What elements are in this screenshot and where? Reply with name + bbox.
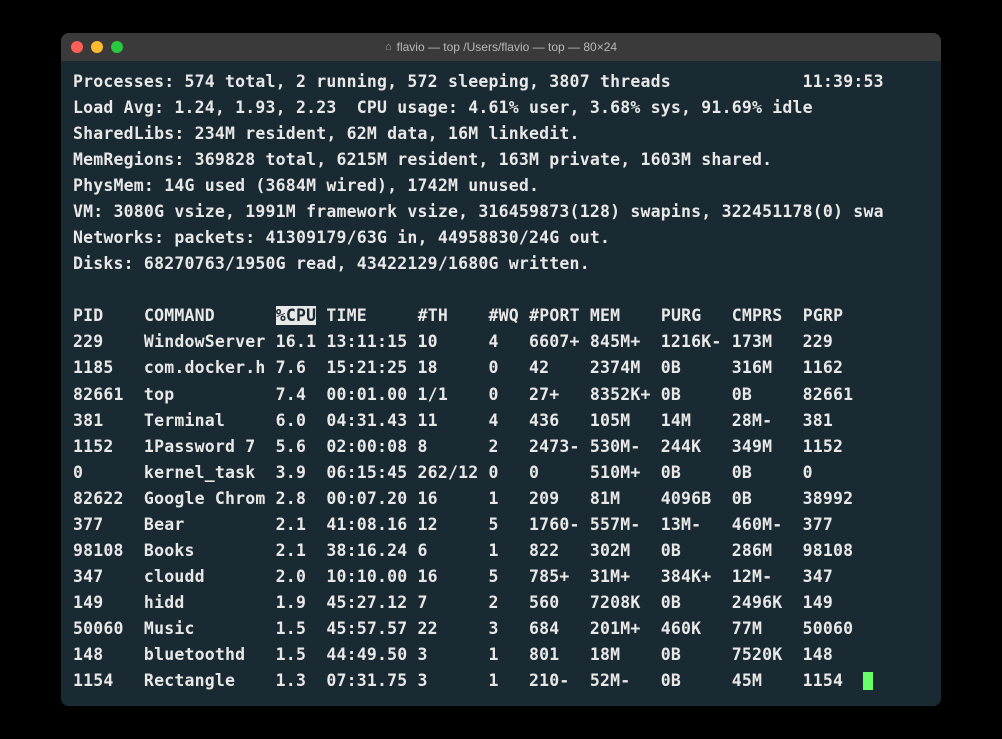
process-table: PID COMMAND %CPU TIME #TH #WQ #PORT MEM … [73, 303, 929, 694]
column-time[interactable]: TIME [326, 306, 417, 325]
table-row: 98108 Books 2.1 38:16.24 6 1 822 302M 0B… [73, 538, 929, 564]
window-title: ⌂ flavio — top /Users/flavio — top — 80×… [385, 40, 617, 54]
table-row: 149 hidd 1.9 45:27.12 7 2 560 7208K 0B 2… [73, 590, 929, 616]
minimize-icon[interactable] [91, 41, 103, 53]
table-row: 82622 Google Chrom 2.8 00:07.20 16 1 209… [73, 486, 929, 512]
clock-time: 11:39:53 [803, 72, 884, 91]
traffic-lights [71, 41, 123, 53]
column-cmprs[interactable]: CMPRS [732, 306, 803, 325]
column-pid[interactable]: PID [73, 306, 144, 325]
table-row: 1152 1Password 7 5.6 02:00:08 8 2 2473- … [73, 434, 929, 460]
summary-memregions: MemRegions: 369828 total, 6215M resident… [73, 147, 929, 173]
summary-vm: VM: 3080G vsize, 1991M framework vsize, … [73, 199, 929, 225]
maximize-icon[interactable] [111, 41, 123, 53]
cursor [863, 672, 873, 690]
table-row: 1154 Rectangle 1.3 07:31.75 3 1 210- 52M… [73, 668, 929, 694]
table-row: 0 kernel_task 3.9 06:15:45 262/12 0 0 51… [73, 460, 929, 486]
column-mem[interactable]: MEM [590, 306, 661, 325]
table-row: 148 bluetoothd 1.5 44:49.50 3 1 801 18M … [73, 642, 929, 668]
table-row: 50060 Music 1.5 45:57.57 22 3 684 201M+ … [73, 616, 929, 642]
summary-physmem: PhysMem: 14G used (3684M wired), 1742M u… [73, 173, 929, 199]
terminal-content[interactable]: Processes: 574 total, 2 running, 572 sle… [61, 61, 941, 707]
column-th[interactable]: #TH [418, 306, 489, 325]
blank-line [73, 277, 929, 303]
column-port[interactable]: #PORT [529, 306, 590, 325]
column-cpu-sorted[interactable]: %CPU [276, 306, 317, 325]
summary-disks: Disks: 68270763/1950G read, 43422129/168… [73, 251, 929, 277]
column-purg[interactable]: PURG [661, 306, 732, 325]
table-row: 347 cloudd 2.0 10:10.00 16 5 785+ 31M+ 3… [73, 564, 929, 590]
summary-sharedlibs: SharedLibs: 234M resident, 62M data, 16M… [73, 121, 929, 147]
table-row: 381 Terminal 6.0 04:31.43 11 4 436 105M … [73, 408, 929, 434]
window-titlebar[interactable]: ⌂ flavio — top /Users/flavio — top — 80×… [61, 33, 941, 61]
summary-processes: Processes: 574 total, 2 running, 572 sle… [73, 69, 929, 95]
table-row: 82661 top 7.4 00:01.00 1/1 0 27+ 8352K+ … [73, 382, 929, 408]
column-wq[interactable]: #WQ [489, 306, 530, 325]
table-header[interactable]: PID COMMAND %CPU TIME #TH #WQ #PORT MEM … [73, 303, 929, 329]
window-title-text: flavio — top /Users/flavio — top — 80×24 [397, 40, 617, 54]
table-row: 377 Bear 2.1 41:08.16 12 5 1760- 557M- 1… [73, 512, 929, 538]
table-row: 1185 com.docker.h 7.6 15:21:25 18 0 42 2… [73, 355, 929, 381]
summary-load: Load Avg: 1.24, 1.93, 2.23 CPU usage: 4.… [73, 95, 929, 121]
table-row: 229 WindowServer 16.1 13:11:15 10 4 6607… [73, 329, 929, 355]
close-icon[interactable] [71, 41, 83, 53]
processes-text: Processes: 574 total, 2 running, 572 sle… [73, 72, 671, 91]
column-pgrp[interactable]: PGRP [803, 306, 864, 325]
column-command[interactable]: COMMAND [144, 306, 276, 325]
home-icon: ⌂ [385, 41, 392, 53]
summary-networks: Networks: packets: 41309179/63G in, 4495… [73, 225, 929, 251]
terminal-window: ⌂ flavio — top /Users/flavio — top — 80×… [61, 33, 941, 707]
